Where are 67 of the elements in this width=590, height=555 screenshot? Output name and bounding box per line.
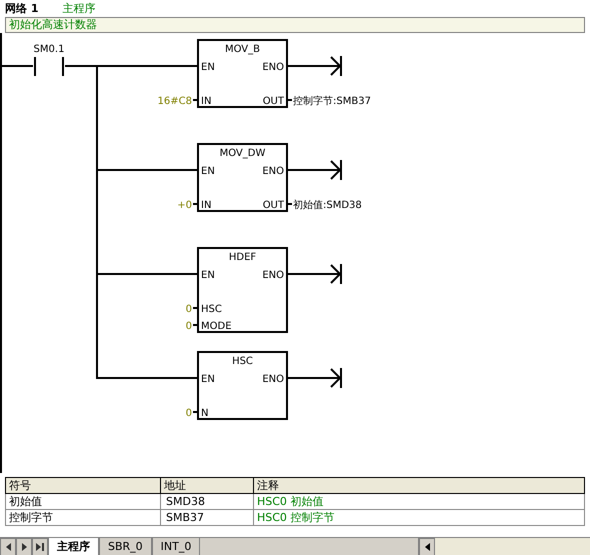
- left-arrow-icon: [6, 543, 10, 551]
- pin-label: EN: [201, 374, 215, 385]
- network-label: 网络 1: [5, 0, 38, 16]
- coil-arrow: [287, 56, 342, 76]
- function-block[interactable]: [197, 351, 288, 420]
- pin-label: EN: [201, 62, 215, 73]
- output-value: 控制字节:SMB37: [293, 96, 371, 107]
- block-name: MOV_DW: [220, 148, 266, 159]
- pin-label: EN: [201, 166, 215, 177]
- right-arrow-icon: [22, 543, 26, 551]
- input-value: +0: [177, 200, 192, 211]
- table-cell: HSC0 初始值: [254, 494, 584, 510]
- pin-label: IN: [201, 200, 212, 211]
- wire: [193, 307, 198, 309]
- block-name: MOV_B: [224, 44, 260, 55]
- column-header: 注释: [254, 478, 584, 494]
- wire: [193, 203, 198, 205]
- table-cell: HSC0 控制字节: [254, 510, 584, 526]
- input-value: 0: [186, 321, 192, 332]
- pin-label: ENO: [262, 62, 284, 73]
- function-block[interactable]: [197, 39, 288, 108]
- function-block[interactable]: [197, 143, 288, 212]
- pin-label: MODE: [201, 321, 232, 332]
- wire: [193, 411, 198, 413]
- output-value: 初始值:SMD38: [293, 200, 362, 211]
- tab[interactable]: INT_0: [152, 538, 200, 555]
- pin-label: ENO: [262, 374, 284, 385]
- contact-drawing: [34, 57, 64, 76]
- network-comment[interactable]: 初始化高速计数器: [5, 17, 585, 33]
- wire: [193, 99, 198, 101]
- coil-arrow: [287, 264, 342, 284]
- pin-label: EN: [201, 270, 215, 281]
- scroll-left-button[interactable]: [0, 538, 16, 555]
- pin-label: ENO: [262, 166, 284, 177]
- coil-arrow: [287, 368, 342, 388]
- scroll-end-button[interactable]: [32, 538, 48, 555]
- horizontal-scrollbar[interactable]: [418, 538, 590, 555]
- pin-label: N: [201, 408, 208, 419]
- column-header: 符号: [6, 478, 160, 494]
- table-cell: 初始值: [6, 494, 160, 510]
- pin-label: HSC: [201, 304, 222, 315]
- table-cell: 控制字节: [6, 510, 160, 526]
- pin-label: OUT: [262, 200, 284, 211]
- tab[interactable]: 主程序: [48, 538, 99, 555]
- network-title: 主程序: [62, 0, 96, 16]
- left-arrow-icon: [424, 543, 430, 551]
- contact-label: SM0.1: [34, 44, 64, 55]
- pin-label: ENO: [262, 270, 284, 281]
- wire: [287, 203, 292, 205]
- column-header: 地址: [160, 478, 254, 494]
- end-arrow-icon: [36, 543, 44, 551]
- scroll-right-button[interactable]: [16, 538, 32, 555]
- scroll-left-button[interactable]: [419, 538, 435, 555]
- table-cell: SMB37: [160, 510, 254, 526]
- table-cell: SMD38: [160, 494, 254, 510]
- input-value: 16#C8: [158, 96, 192, 107]
- input-value: 0: [186, 408, 192, 419]
- input-value: 0: [186, 304, 192, 315]
- pin-label: OUT: [262, 96, 284, 107]
- function-block[interactable]: [197, 247, 288, 333]
- block-name: HSC: [232, 356, 253, 367]
- wire: [287, 99, 292, 101]
- tab[interactable]: SBR_0: [99, 538, 152, 555]
- coil-arrow: [287, 160, 342, 180]
- block-name: HDEF: [228, 252, 256, 263]
- wire: [193, 324, 198, 326]
- pin-label: IN: [201, 96, 212, 107]
